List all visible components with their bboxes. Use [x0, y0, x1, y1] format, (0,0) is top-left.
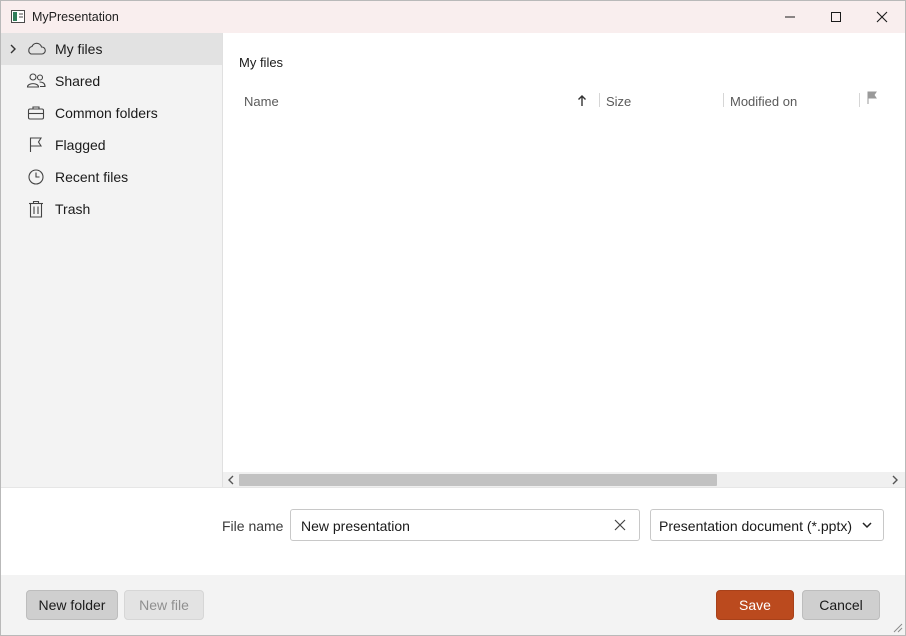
clock-icon	[28, 169, 44, 185]
breadcrumb[interactable]: My files	[239, 55, 283, 70]
close-button[interactable]	[859, 1, 905, 33]
people-icon	[26, 73, 46, 88]
chevron-right-icon[interactable]	[9, 43, 17, 55]
sidebar-item-common-folders[interactable]: Common folders	[1, 97, 222, 129]
sidebar-item-label: Trash	[55, 201, 91, 217]
scrollbar-thumb[interactable]	[239, 474, 717, 486]
file-name-row: File name New presentation Presentation …	[1, 487, 905, 575]
scroll-right-icon[interactable]	[891, 475, 899, 485]
sidebar-item-recent-files[interactable]: Recent files	[1, 161, 222, 193]
column-divider[interactable]	[599, 93, 600, 107]
sidebar: My files Shared Common folders Flagged R…	[1, 33, 223, 487]
cloud-icon	[28, 42, 46, 55]
briefcase-icon	[27, 106, 45, 120]
minimize-icon	[785, 16, 795, 18]
file-type-select[interactable]: Presentation document (*.pptx)	[650, 509, 884, 541]
column-divider[interactable]	[859, 93, 860, 107]
window-title: MyPresentation	[32, 10, 119, 24]
sidebar-item-label: Flagged	[55, 137, 106, 153]
save-button[interactable]: Save	[716, 590, 794, 620]
flag-icon	[29, 137, 42, 152]
trash-icon	[29, 200, 43, 218]
sidebar-item-shared[interactable]: Shared	[1, 65, 222, 97]
scroll-left-icon[interactable]	[227, 475, 235, 485]
sort-ascending-icon	[578, 95, 586, 106]
sidebar-item-label: Common folders	[55, 105, 158, 121]
save-dialog-window: MyPresentation My files Shared Common fo…	[0, 0, 906, 636]
chevron-down-icon	[862, 522, 872, 529]
maximize-button[interactable]	[813, 1, 859, 33]
app-icon	[11, 10, 25, 23]
sidebar-item-label: Recent files	[55, 169, 129, 185]
sidebar-item-label: My files	[55, 41, 103, 57]
column-divider[interactable]	[723, 93, 724, 107]
column-header-modified[interactable]: Modified on	[730, 94, 797, 109]
clear-icon[interactable]	[613, 518, 627, 532]
sidebar-item-flagged[interactable]: Flagged	[1, 129, 222, 161]
dialog-footer: File name New presentation Presentation …	[1, 487, 905, 635]
flag-column-icon[interactable]	[866, 91, 878, 105]
file-name-value[interactable]: New presentation	[301, 518, 410, 534]
new-folder-button[interactable]: New folder	[26, 590, 118, 620]
resize-grip-icon[interactable]	[891, 621, 903, 633]
horizontal-scrollbar[interactable]	[223, 472, 905, 487]
close-icon	[876, 11, 888, 23]
sidebar-item-my-files[interactable]: My files	[1, 33, 222, 65]
new-file-button[interactable]: New file	[124, 590, 204, 620]
sidebar-item-trash[interactable]: Trash	[1, 193, 222, 225]
file-name-input[interactable]: New presentation	[290, 509, 640, 541]
file-name-label: File name	[222, 518, 284, 534]
file-type-value: Presentation document (*.pptx)	[659, 518, 852, 534]
minimize-button[interactable]	[767, 1, 813, 33]
column-header-name[interactable]: Name	[244, 94, 279, 109]
title-bar[interactable]: MyPresentation	[1, 1, 905, 33]
sidebar-item-label: Shared	[55, 73, 101, 89]
column-header-size[interactable]: Size	[606, 94, 631, 109]
cancel-button[interactable]: Cancel	[802, 590, 880, 620]
file-list-pane: My files Name Size Modified on	[223, 33, 905, 487]
maximize-icon	[831, 12, 841, 22]
